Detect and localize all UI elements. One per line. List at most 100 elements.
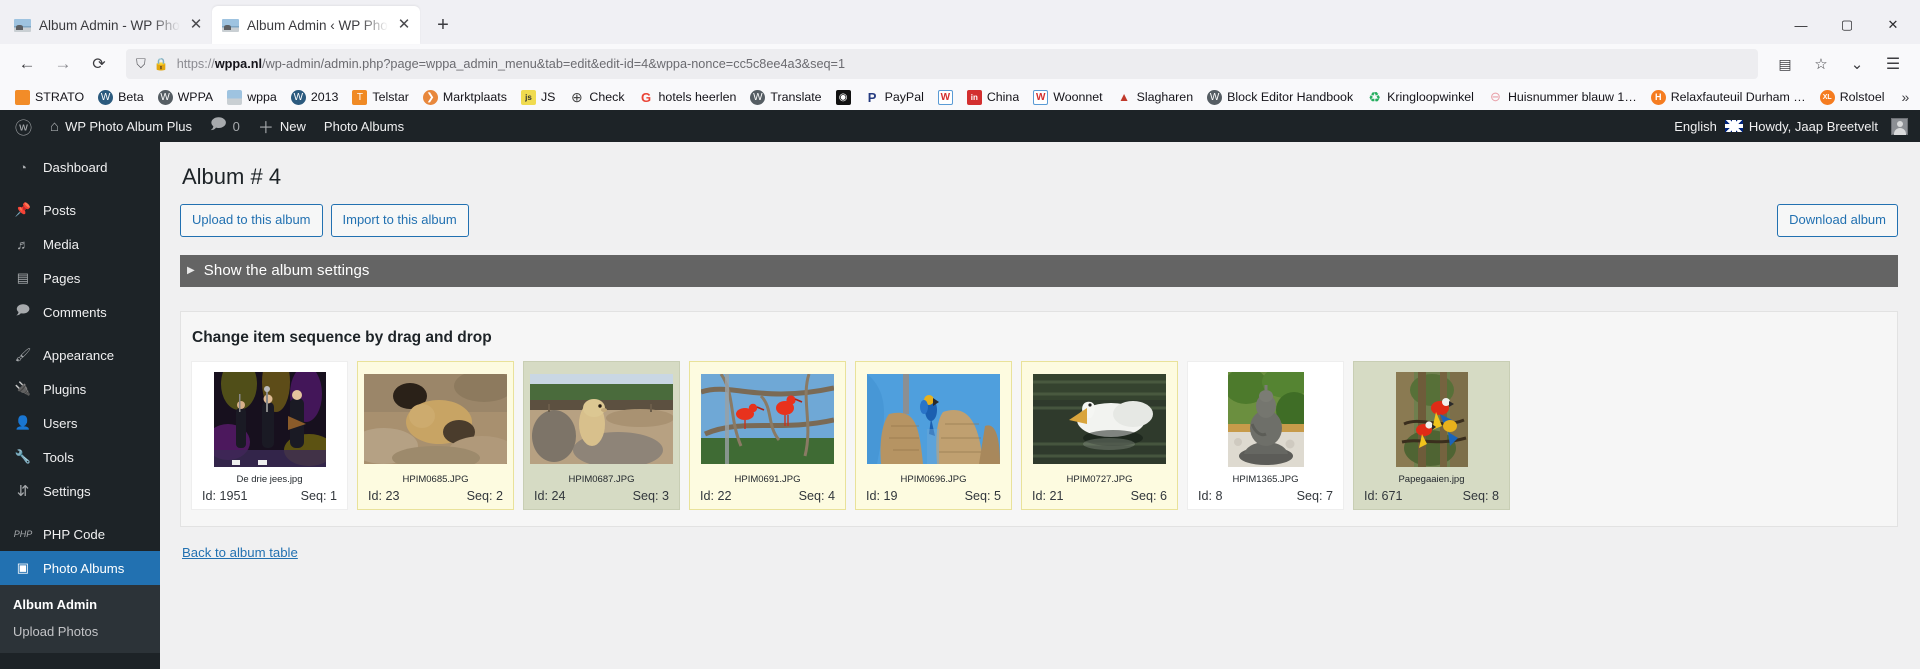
- address-bar[interactable]: ⛉ 🔒 https://wppa.nl/wp-admin/admin.php?p…: [126, 49, 1758, 79]
- marktplaats-icon: ❯: [423, 90, 438, 105]
- photo-card[interactable]: HPIM1365.JPG Id: 8 Seq: 7: [1187, 361, 1344, 510]
- bookmark-js[interactable]: jsJS: [514, 88, 562, 107]
- photo-card[interactable]: HPIM0687.JPG Id: 24 Seq: 3: [523, 361, 680, 510]
- browser-tab-1[interactable]: Album Admin - WP Photo Albu ✕: [4, 6, 212, 44]
- wordpress-icon: W: [98, 90, 113, 105]
- bookmark-huisnummer-blauw[interactable]: ⊖Huisnummer blauw 1…: [1481, 88, 1644, 107]
- account-menu[interactable]: Howdy, Jaap Breetvelt: [1749, 110, 1920, 142]
- plugins-icon: 🔌: [13, 381, 33, 397]
- admin-body: ◔Dashboard 📌Posts ♬Media ▤Pages 🗩Comment…: [0, 142, 1920, 669]
- back-to-album-table-link[interactable]: Back to album table: [182, 545, 298, 560]
- w-box-icon: W: [1033, 90, 1048, 105]
- bookmark-label: Kringloopwinkel: [1387, 90, 1474, 104]
- bookmark-hotels-heerlen[interactable]: Ghotels heerlen: [632, 88, 744, 107]
- photo-card[interactable]: De drie jees.jpg Id: 1951 Seq: 1: [191, 361, 348, 510]
- bookmark-telstar[interactable]: TTelstar: [345, 88, 416, 107]
- new-content-menu[interactable]: ＋New: [249, 110, 315, 142]
- bookmark-wppa-site[interactable]: WWPPA: [151, 88, 221, 107]
- reader-view-icon[interactable]: ▤: [1768, 48, 1802, 80]
- bookmark-label: 2013: [311, 90, 339, 104]
- back-icon[interactable]: ←: [10, 48, 44, 80]
- sidebar-item-users[interactable]: 👤Users: [0, 406, 160, 440]
- import-to-album-button[interactable]: Import to this album: [331, 204, 469, 237]
- album-settings-toggle[interactable]: ▶ Show the album settings: [180, 255, 1898, 287]
- bookmark-rolstoel[interactable]: XLRolstoel: [1813, 88, 1892, 107]
- bookmark-check[interactable]: ⊕Check: [562, 88, 631, 107]
- new-tab-button[interactable]: +: [426, 8, 460, 42]
- download-album-button[interactable]: Download album: [1777, 204, 1898, 237]
- sidebar-item-dashboard[interactable]: ◔Dashboard: [0, 150, 160, 184]
- bookmark-translate[interactable]: W Translate: [743, 88, 828, 107]
- sidebar-item-posts[interactable]: 📌Posts: [0, 193, 160, 227]
- photo-seq: Seq: 2: [467, 489, 503, 503]
- wordpress-icon: W: [750, 90, 765, 105]
- forward-icon[interactable]: →: [46, 48, 80, 80]
- browser-window: Album Admin - WP Photo Albu ✕ Album Admi…: [0, 0, 1920, 669]
- bookmark-wppa[interactable]: wppa: [220, 88, 284, 107]
- bookmark-record[interactable]: ◉: [829, 88, 858, 107]
- site-name-menu[interactable]: ⌂WP Photo Album Plus: [41, 110, 201, 142]
- bookmark-label: Woonnet: [1053, 90, 1102, 104]
- photo-card[interactable]: HPIM0696.JPG Id: 19 Seq: 5: [855, 361, 1012, 510]
- bookmark-beta[interactable]: W Beta: [91, 88, 151, 107]
- reload-icon[interactable]: ⟳: [82, 48, 116, 80]
- comments-menu[interactable]: 🗩0: [201, 110, 249, 142]
- photo-card[interactable]: HPIM0727.JPG Id: 21 Seq: 6: [1021, 361, 1178, 510]
- bookmark-label: Beta: [118, 90, 144, 104]
- sidebar-item-appearance[interactable]: 🖌Appearance: [0, 338, 160, 372]
- close-icon[interactable]: ✕: [396, 17, 412, 33]
- photo-thumbnail: [1028, 372, 1171, 467]
- photo-meta: Id: 19 Seq: 5: [862, 487, 1005, 505]
- photo-card[interactable]: HPIM0691.JPG Id: 22 Seq: 4: [689, 361, 846, 510]
- bookmark-kringloopwinkel[interactable]: ♻Kringloopwinkel: [1360, 88, 1481, 107]
- bookmark-china[interactable]: inChina: [960, 88, 1026, 107]
- wp-logo-icon[interactable]: ⓦ: [6, 110, 41, 142]
- photo-seq: Seq: 6: [1131, 489, 1167, 503]
- sidebar-item-tools[interactable]: 🔧Tools: [0, 440, 160, 474]
- sidebar-item-pages[interactable]: ▤Pages: [0, 261, 160, 295]
- photo-card[interactable]: HPIM0685.JPG Id: 23 Seq: 2: [357, 361, 514, 510]
- bookmark-label: Translate: [770, 90, 821, 104]
- bookmark-woonnet[interactable]: W Woonnet: [1026, 88, 1109, 107]
- bookmarks-overflow-icon[interactable]: »: [1891, 89, 1919, 105]
- photo-thumbnail: [198, 372, 341, 467]
- bookmark-paypal[interactable]: PPayPal: [858, 88, 931, 107]
- shield-icon[interactable]: ⛉: [136, 56, 146, 72]
- lock-icon[interactable]: 🔒: [154, 57, 169, 71]
- photo-card[interactable]: Papegaaien.jpg Id: 671 Seq: 8: [1353, 361, 1510, 510]
- sidebar-item-comments[interactable]: 🗩Comments: [0, 295, 160, 329]
- language-label: English: [1674, 119, 1717, 134]
- app-menu-icon[interactable]: ☰: [1876, 48, 1910, 80]
- close-window-icon[interactable]: ✕: [1870, 8, 1916, 42]
- maximize-icon[interactable]: ▢: [1824, 8, 1870, 42]
- sidebar-item-php-code[interactable]: PHPPHP Code: [0, 517, 160, 551]
- bookmark-label: Relaxfauteuil Durham …: [1671, 90, 1806, 104]
- close-icon[interactable]: ✕: [188, 17, 204, 33]
- bookmark-star-icon[interactable]: ☆: [1804, 48, 1838, 80]
- bookmark-block-editor-handbook[interactable]: WBlock Editor Handbook: [1200, 88, 1360, 107]
- sidebar-item-settings[interactable]: ⇵Settings: [0, 474, 160, 508]
- bookmark-relaxfauteuil-durham[interactable]: HRelaxfauteuil Durham …: [1644, 88, 1813, 107]
- bookmark-slagharen[interactable]: ▲Slagharen: [1110, 88, 1201, 107]
- sidebar-item-plugins[interactable]: 🔌Plugins: [0, 372, 160, 406]
- w-box-icon: W: [938, 90, 953, 105]
- upload-to-album-button[interactable]: Upload to this album: [180, 204, 323, 237]
- bookmark-2013[interactable]: W2013: [284, 88, 346, 107]
- bookmark-label: wppa: [247, 90, 277, 104]
- sidebar-item-media[interactable]: ♬Media: [0, 227, 160, 261]
- photo-id: Id: 8: [1198, 489, 1223, 503]
- pocket-icon[interactable]: ⌄: [1840, 48, 1874, 80]
- sidebar-item-photo-albums[interactable]: ▣Photo Albums: [0, 551, 160, 585]
- bookmark-marktplaats[interactable]: ❯Marktplaats: [416, 88, 514, 107]
- sidebar-item-upload-photos[interactable]: Upload Photos: [0, 618, 160, 645]
- photo-id: Id: 21: [1032, 489, 1064, 503]
- bookmark-strato[interactable]: STRATO: [8, 88, 91, 107]
- sidebar-item-album-admin[interactable]: Album Admin: [0, 591, 160, 618]
- toolbar-right-icons: ▤ ☆ ⌄ ☰: [1768, 48, 1910, 80]
- browser-tab-2[interactable]: Album Admin ‹ WP Photo Albu ✕: [212, 6, 420, 44]
- photo-albums-menu[interactable]: Photo Albums: [315, 110, 413, 142]
- photo-id: Id: 24: [534, 489, 566, 503]
- language-menu[interactable]: English: [1665, 110, 1717, 142]
- bookmark-w[interactable]: W: [931, 88, 960, 107]
- minimize-icon[interactable]: —: [1778, 8, 1824, 42]
